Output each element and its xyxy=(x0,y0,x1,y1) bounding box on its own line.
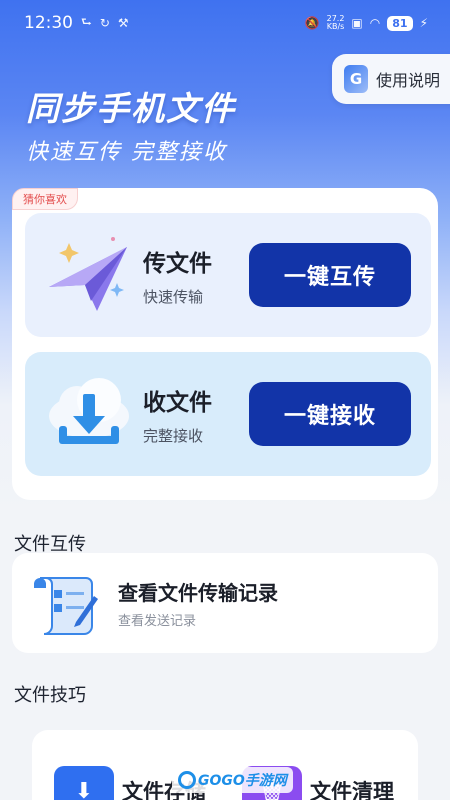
nfc-icon: ▣ xyxy=(351,16,363,30)
history-title: 查看文件传输记录 xyxy=(118,581,278,605)
history-card[interactable]: 查看文件传输记录 查看发送记录 xyxy=(12,553,438,653)
send-title: 传文件 xyxy=(143,250,212,277)
paper-plane-icon xyxy=(39,225,139,325)
download-folder-icon: ⬇ xyxy=(54,766,114,800)
receive-title: 收文件 xyxy=(143,389,212,416)
usb-icon: ⮑ xyxy=(81,14,92,29)
charging-icon: ⚡ xyxy=(419,16,428,30)
status-bar: 12:30 ⮑ ↻ ⚒ 🔕 27.2 KB/s ▣ ◠ 81 ⚡ xyxy=(0,0,450,46)
history-subtitle: 查看发送记录 xyxy=(118,614,197,629)
receive-subtitle: 完整接收 xyxy=(143,426,204,445)
receive-button[interactable]: 一键接收 xyxy=(249,382,411,446)
receive-file-card[interactable]: 收文件 完整接收 一键接收 xyxy=(25,352,431,476)
wifi-icon: ◠ xyxy=(369,16,381,30)
help-label: 使用说明 xyxy=(376,71,441,90)
battery-level: 81 xyxy=(387,15,413,31)
help-button[interactable]: G 使用说明 xyxy=(332,54,450,104)
send-subtitle: 快速传输 xyxy=(143,287,204,306)
send-button[interactable]: 一键互传 xyxy=(249,243,411,307)
hero-subtitle: 快速互传 完整接收 xyxy=(26,140,227,165)
scroll-document-icon xyxy=(28,564,106,642)
send-file-card[interactable]: 传文件 快速传输 一键互传 xyxy=(25,213,431,337)
status-time: 12:30 xyxy=(24,13,73,33)
sync-icon: ↻ xyxy=(99,16,110,30)
watermark: GOGO手游网 xyxy=(172,767,293,793)
cloud-download-icon xyxy=(39,364,139,464)
hero-title: 同步手机文件 xyxy=(26,89,236,128)
section-title-tips: 文件技巧 xyxy=(14,685,86,706)
watermark-logo-icon xyxy=(178,771,196,789)
mute-icon: 🔕 xyxy=(304,16,320,30)
help-logo-icon: G xyxy=(344,65,368,93)
recommend-tag: 猜你喜欢 xyxy=(12,188,78,210)
network-speed: 27.2 KB/s xyxy=(326,14,345,31)
tip-label: 文件清理 xyxy=(310,780,394,800)
tools-icon: ⚒ xyxy=(117,16,129,30)
